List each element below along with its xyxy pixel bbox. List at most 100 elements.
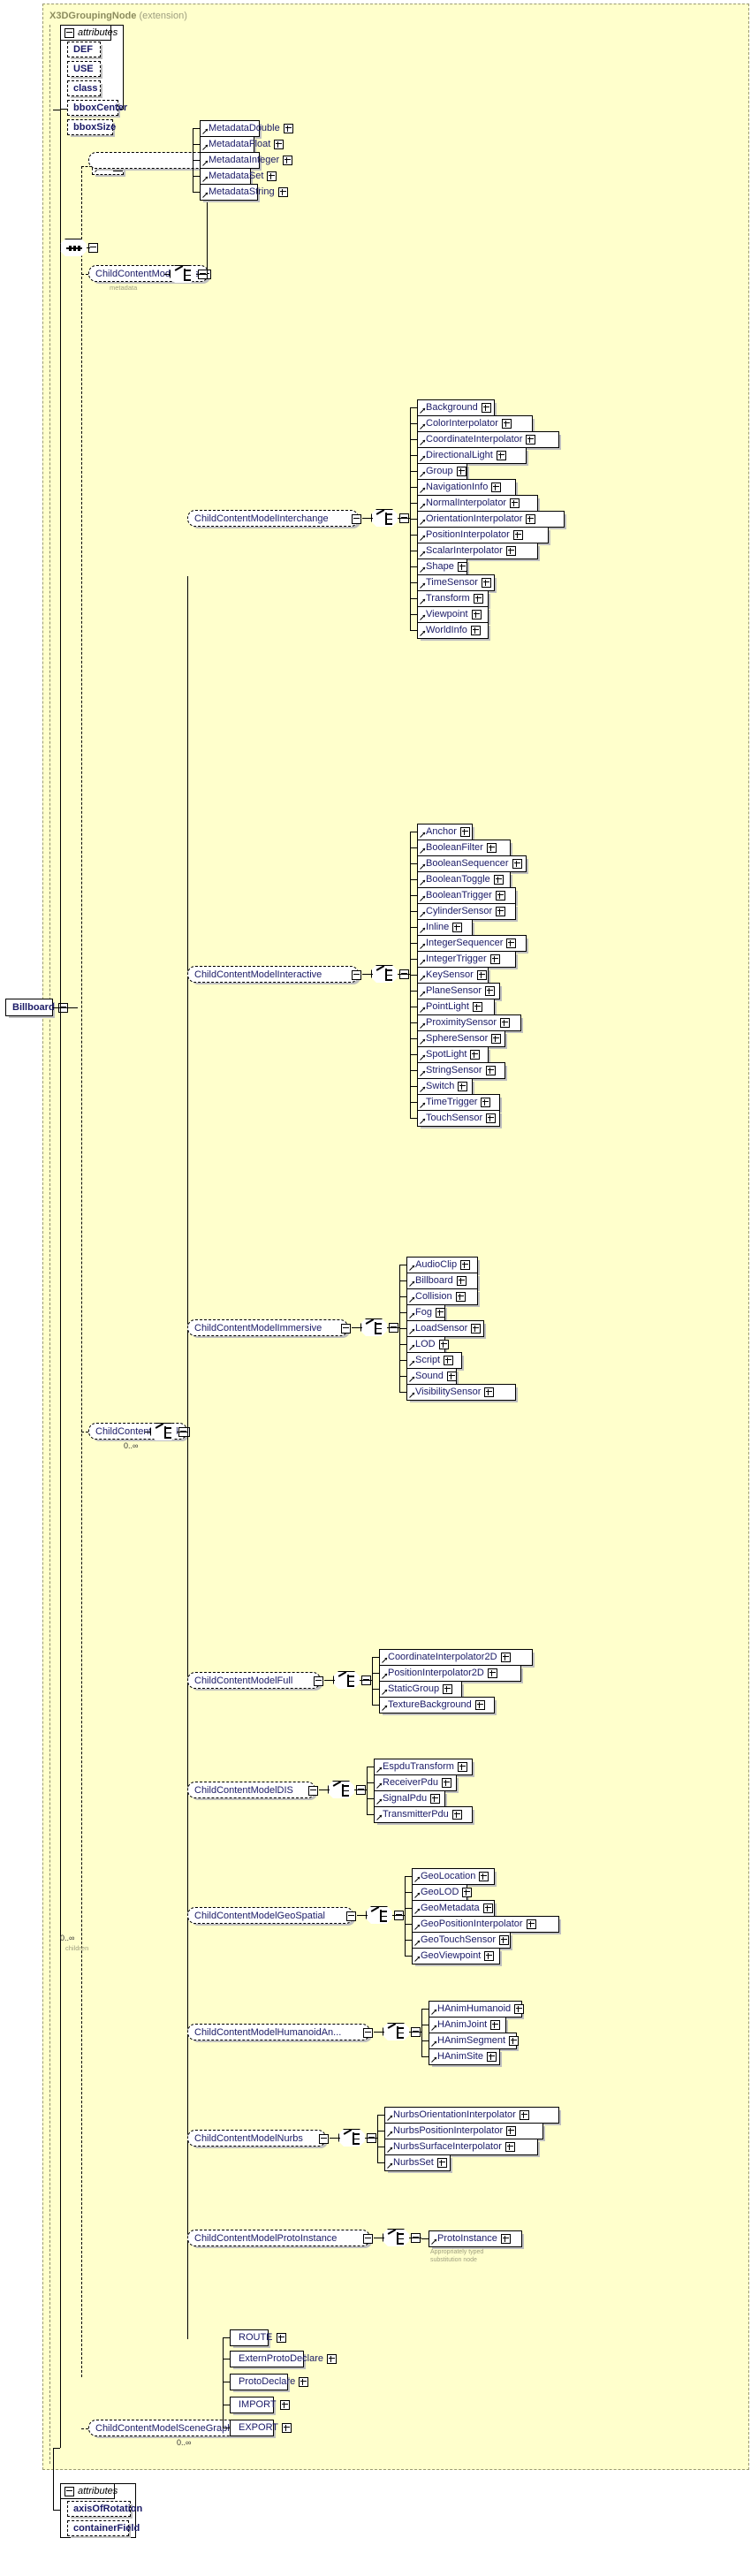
element-coordinateinterpolator2d[interactable]: CoordinateInterpolator2D (379, 1649, 533, 1666)
element-hanimsegment[interactable]: HAnimSegment (429, 2033, 520, 2049)
expand-icon[interactable] (279, 2400, 290, 2410)
element-coordinateinterpolator[interactable]: CoordinateInterpolator (417, 431, 559, 448)
element-metadatainteger[interactable]: MetadataInteger (200, 152, 293, 169)
group-childcontentmodelinterchange[interactable]: ChildContentModelInterchange (187, 510, 361, 527)
element-script[interactable]: Script (406, 1352, 462, 1369)
collapse-icon[interactable] (352, 970, 361, 980)
attribute-axisofrotation[interactable]: axisOfRotation (67, 2501, 142, 2517)
expand-icon[interactable] (455, 1292, 466, 1302)
element-nurbsorientationinterpolator[interactable]: NurbsOrientationInterpolator (384, 2107, 559, 2124)
element-receiverpdu[interactable]: ReceiverPdu (374, 1774, 457, 1791)
expand-icon[interactable] (452, 923, 463, 932)
expand-icon[interactable] (501, 419, 512, 429)
expand-icon[interactable] (277, 187, 288, 197)
expand-icon[interactable] (490, 2020, 501, 2030)
element-signalpdu[interactable]: SignalPdu (374, 1790, 445, 1807)
expand-icon[interactable] (496, 451, 506, 460)
expand-icon[interactable] (458, 1082, 468, 1091)
expand-icon[interactable] (487, 1668, 497, 1678)
inherited-attributes-header[interactable]: attributes (60, 25, 118, 41)
collapse-icon[interactable] (64, 2486, 74, 2496)
collapse-icon[interactable] (363, 2234, 373, 2244)
expand-icon[interactable] (526, 514, 536, 524)
group-childcontentmodelnurbs[interactable]: ChildContentModelNurbs (187, 2130, 329, 2147)
expand-icon[interactable] (282, 2423, 292, 2433)
element-protoinstance[interactable]: ProtoInstance (429, 2230, 522, 2247)
element-timesensor[interactable]: TimeSensor (417, 574, 495, 591)
expand-icon[interactable] (489, 954, 500, 964)
collapse-icon[interactable] (352, 514, 361, 524)
expand-icon[interactable] (491, 483, 502, 492)
element-geolocation[interactable]: GeoLocation (412, 1868, 495, 1885)
element-texturebackground[interactable]: TextureBackground (379, 1697, 495, 1714)
expand-icon[interactable] (491, 1034, 502, 1044)
element-stringsensor[interactable]: StringSensor (417, 1062, 505, 1079)
element-planesensor[interactable]: PlaneSensor (417, 983, 500, 999)
expand-icon[interactable] (470, 626, 481, 635)
element-export[interactable]: EXPORT (230, 2420, 292, 2436)
expand-icon[interactable] (495, 891, 505, 900)
group-childcontentmodeldis[interactable]: ChildContentModelDIS (187, 1782, 318, 1798)
collapse-icon[interactable] (346, 1911, 356, 1921)
element-anchor[interactable]: Anchor (417, 824, 473, 840)
element-sound[interactable]: Sound (406, 1368, 457, 1385)
element-directionallight[interactable]: DirectionalLight (417, 447, 527, 464)
expand-icon[interactable] (486, 1113, 497, 1123)
element-proximitysensor[interactable]: ProximitySensor (417, 1014, 521, 1031)
expand-icon[interactable] (471, 610, 482, 619)
attribute-containerfield[interactable]: containerField (67, 2520, 140, 2536)
expand-icon[interactable] (485, 986, 495, 996)
expand-icon[interactable] (438, 1340, 449, 1349)
expand-icon[interactable] (470, 1050, 481, 1060)
collapse-icon[interactable] (341, 1324, 351, 1334)
group-childcontentmodelimmersive[interactable]: ChildContentModelImmersive (187, 1319, 351, 1336)
expand-icon[interactable] (496, 907, 506, 916)
element-metadatadouble[interactable]: MetadataDouble (200, 120, 293, 137)
expand-icon[interactable] (500, 1653, 511, 1662)
group-childcontentmodelhumanoidan[interactable]: ChildContentModelHumanoidAn... (187, 2024, 373, 2040)
expand-icon[interactable] (519, 2110, 529, 2120)
collapse-icon[interactable] (308, 1786, 318, 1796)
own-attributes-header[interactable]: attributes (60, 2483, 118, 2499)
expand-icon[interactable] (267, 171, 277, 181)
element-navigationinfo[interactable]: NavigationInfo (417, 479, 516, 496)
element-colorinterpolator[interactable]: ColorInterpolator (417, 415, 533, 432)
element-booleanfilter[interactable]: BooleanFilter (417, 840, 511, 856)
element-booleansequencer[interactable]: BooleanSequencer (417, 855, 527, 872)
element-nurbspositioninterpolator[interactable]: NurbsPositionInterpolator (384, 2123, 543, 2139)
expand-icon[interactable] (481, 1098, 491, 1107)
element-transform[interactable]: Transform (417, 590, 489, 607)
element-integertrigger[interactable]: IntegerTrigger (417, 951, 516, 968)
element-hanimsite[interactable]: HAnimSite (429, 2048, 500, 2065)
attribute-def[interactable]: DEF (67, 42, 101, 57)
group-childcontentmodelprotoinstance[interactable]: ChildContentModelProtoInstance (187, 2230, 373, 2246)
attribute-class[interactable]: class (67, 80, 101, 96)
expand-icon[interactable] (482, 1904, 493, 1913)
element-transmitterpdu[interactable]: TransmitterPdu (374, 1806, 473, 1823)
group-core-model[interactable] (88, 152, 209, 169)
expand-icon[interactable] (493, 875, 504, 885)
expand-icon[interactable] (485, 1066, 496, 1075)
expand-icon[interactable] (500, 1018, 511, 1028)
expand-icon[interactable] (481, 578, 491, 588)
expand-icon[interactable] (446, 1372, 457, 1381)
element-touchsensor[interactable]: TouchSensor (417, 1110, 500, 1127)
element-metadatafloat[interactable]: MetadataFloat (200, 136, 284, 153)
element-positioninterpolator[interactable]: PositionInterpolator (417, 527, 549, 543)
expand-icon[interactable] (283, 124, 293, 133)
element-audioclip[interactable]: AudioClip (406, 1257, 478, 1273)
element-normalinterpolator[interactable]: NormalInterpolator (417, 495, 538, 512)
element-background[interactable]: Background (417, 399, 495, 416)
expand-icon[interactable] (481, 403, 491, 413)
expand-icon[interactable] (327, 2354, 337, 2364)
expand-icon[interactable] (479, 1872, 489, 1881)
element-worldinfo[interactable]: WorldInfo (417, 622, 489, 639)
expand-icon[interactable] (451, 1810, 462, 1820)
collapse-icon[interactable] (319, 2134, 329, 2144)
expand-icon[interactable] (435, 1308, 445, 1318)
element-timetrigger[interactable]: TimeTrigger (417, 1094, 500, 1111)
element-cylindersensor[interactable]: CylinderSensor (417, 903, 516, 920)
expand-icon[interactable] (456, 467, 467, 476)
element-staticgroup[interactable]: StaticGroup (379, 1681, 462, 1698)
expand-icon[interactable] (456, 1276, 467, 1286)
